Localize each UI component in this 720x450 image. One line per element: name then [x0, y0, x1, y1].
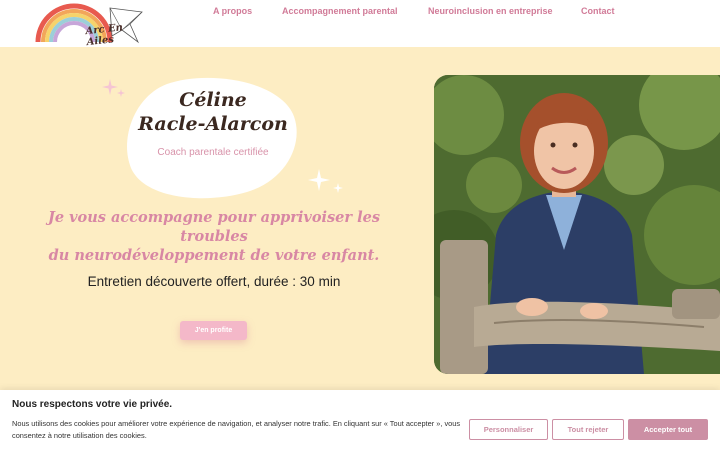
nav-item-neuroinclusion[interactable]: Neuroinclusion en entreprise [428, 6, 553, 16]
accept-all-button[interactable]: Accepter tout [628, 419, 708, 440]
coach-name: Céline Racle-Alarcon [128, 88, 298, 136]
site-header: Arc En Ailes A propos Accompagnement par… [0, 0, 720, 48]
tagline-line: Je vous accompagne pour apprivoiser les … [48, 209, 380, 245]
cookie-banner: Nous respectons votre vie privée. Nous u… [0, 390, 720, 450]
portrait-photo [434, 75, 720, 374]
nav-item-accompagnement-parental[interactable]: Accompagnement parental [282, 6, 398, 16]
coach-first-name: Céline [179, 89, 247, 111]
coach-subtitle: Coach parentale certifiée [157, 147, 269, 158]
hero-tagline: Je vous accompagne pour apprivoiser les … [30, 208, 398, 265]
reject-all-button[interactable]: Tout rejeter [552, 419, 624, 440]
sparkle-icon [102, 79, 125, 97]
main-nav: A propos Accompagnement parental Neuroin… [0, 6, 720, 20]
sparkle-icon [308, 169, 343, 193]
cookie-title: Nous respectons votre vie privée. [12, 399, 173, 410]
coach-last-name: Racle-Alarcon [138, 113, 288, 135]
offer-text: Entretien découverte offert, durée : 30 … [87, 274, 341, 289]
customize-button[interactable]: Personnaliser [469, 419, 548, 440]
nav-item-a-propos[interactable]: A propos [213, 6, 252, 16]
cookie-text: Nous utilisons des cookies pour améliore… [12, 419, 461, 440]
cta-button[interactable]: J'en profite [180, 321, 247, 340]
tagline-line: du neurodéveloppement de votre enfant. [48, 247, 380, 264]
nav-item-contact[interactable]: Contact [581, 6, 615, 16]
portrait-image [434, 75, 720, 374]
